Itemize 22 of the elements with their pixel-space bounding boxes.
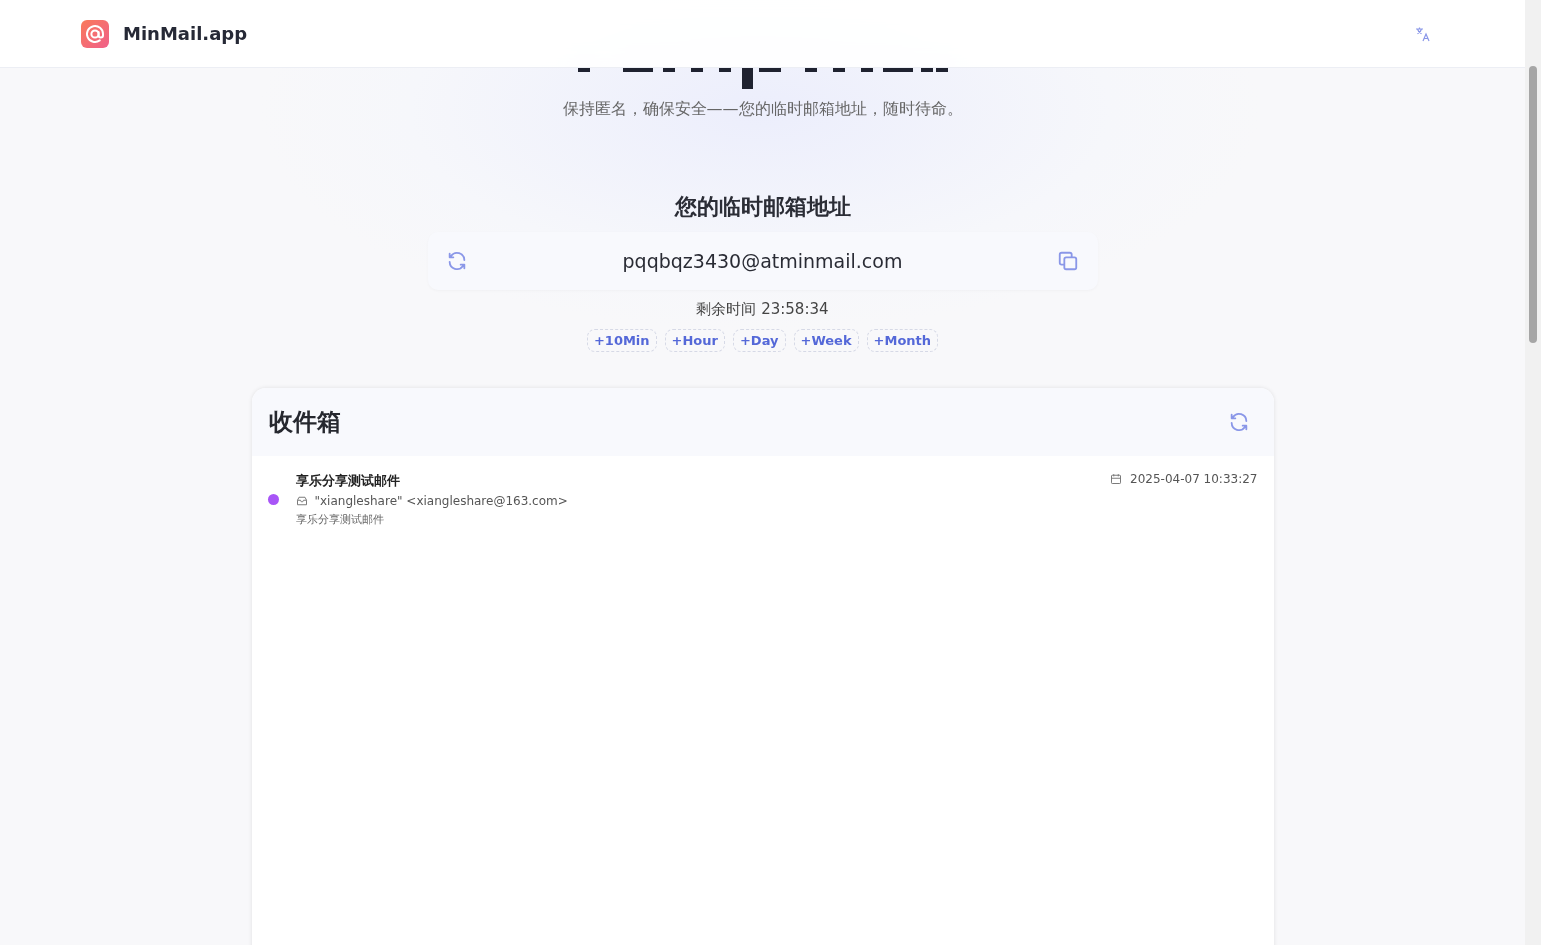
message-row[interactable]: 享乐分享测试邮件 "xiangleshare" <xiangleshare@163.com> 享乐分享测试邮件 2025-04-07 10:33:27 — [251, 456, 1274, 527]
translate-icon[interactable] — [1415, 25, 1431, 42]
at-sign-logo-icon — [81, 19, 109, 48]
scrollbar[interactable] — [1525, 0, 1541, 945]
remaining-time: 剩余时间 23:58:34 — [696, 300, 829, 319]
email-address: pqqbqz3430@atminmail.com — [622, 250, 903, 272]
extend-time-button[interactable]: +10Min — [586, 329, 657, 352]
extend-time-button[interactable]: +Hour — [664, 329, 725, 352]
scrollbar-thumb[interactable] — [1529, 66, 1537, 343]
hero-subtitle: 保持匿名，确保安全——您的临时邮箱地址，随时待命。 — [562, 99, 963, 120]
extend-time-button[interactable]: +Day — [732, 329, 786, 352]
address-heading: 您的临时邮箱地址 — [674, 193, 851, 221]
calendar-icon — [1110, 473, 1123, 485]
message-date: 2025-04-07 10:33:27 — [1130, 472, 1258, 486]
inbox-title: 收件箱 — [268, 407, 341, 438]
extend-time-button[interactable]: +Month — [866, 329, 939, 352]
message-sender: "xiangleshare" <xiangleshare@163.com> — [314, 494, 568, 508]
extend-time-button[interactable]: +Week — [793, 329, 859, 352]
site-name[interactable]: MinMail.app — [123, 23, 248, 44]
copy-icon[interactable] — [1057, 250, 1080, 272]
message-subject: 享乐分享测试邮件 — [295, 472, 401, 490]
message-preview: 享乐分享测试邮件 — [295, 512, 385, 527]
